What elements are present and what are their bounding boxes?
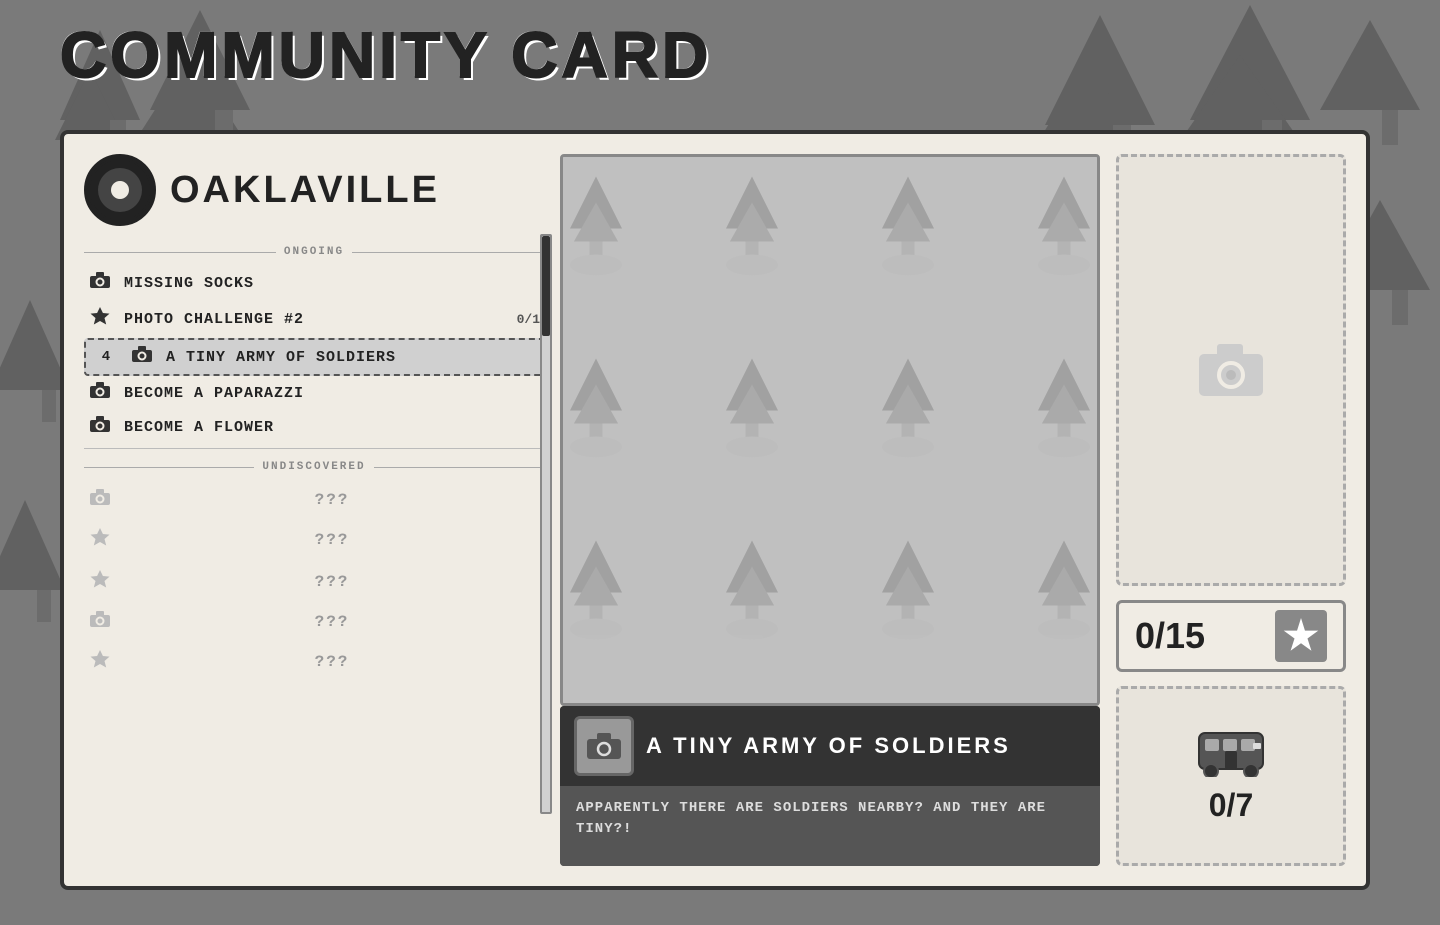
unknown-text: ??? (124, 613, 540, 631)
list-item-badge: 0/1 (517, 312, 540, 327)
camera-icon (88, 272, 112, 294)
camera-icon (88, 489, 112, 511)
camera-icon (130, 346, 154, 368)
list-item-num: 4 (94, 349, 118, 365)
ongoing-label: ONGOING (284, 246, 344, 258)
scrollbar-thumb[interactable] (542, 236, 550, 336)
photo-placeholder[interactable] (1116, 154, 1346, 586)
right-panel: 0/15 0/7 (1116, 154, 1346, 866)
bus-box: 0/7 (1116, 686, 1346, 866)
unknown-item-1: ??? (84, 481, 544, 519)
star-icon (88, 306, 112, 332)
unknown-item-2: ??? (84, 519, 544, 561)
avatar (84, 154, 156, 226)
info-panel: A TINY ARMY OF SOLDIERS APPARENTLY THERE… (560, 706, 1100, 866)
photo-score: 0/15 (1135, 615, 1205, 657)
unknown-item-5: ??? (84, 641, 544, 683)
list-item-flower[interactable]: BECOME A FLOWER (84, 410, 544, 444)
info-camera-box (574, 716, 634, 776)
undiscovered-divider: UNDISCOVERED (84, 461, 544, 473)
list-item-label: BECOME A FLOWER (124, 419, 274, 436)
unknown-text: ??? (124, 573, 540, 591)
list-item-photo-challenge[interactable]: PHOTO CHALLENGE #2 0/1 (84, 300, 544, 338)
avatar-face (98, 168, 142, 212)
community-card: OAKLAVILLE ONGOING MISSING SOCKS (60, 130, 1370, 890)
bus-score: 0/7 (1209, 787, 1253, 824)
list-item-label-active: A TINY ARMY OF SOLDIERS (166, 349, 396, 366)
camera-icon (88, 382, 112, 404)
star-icon (88, 649, 112, 675)
town-header: OAKLAVILLE (84, 154, 544, 226)
info-header: A TINY ARMY OF SOLDIERS (560, 706, 1100, 786)
unknown-item-3: ??? (84, 561, 544, 603)
list-item-label: PHOTO CHALLENGE #2 (124, 311, 304, 328)
info-description: APPARENTLY THERE ARE SOLDIERS NEARBY? AN… (560, 786, 1100, 866)
list-item-label: BECOME A PAPARAZZI (124, 385, 304, 402)
photo-grid (560, 154, 1100, 706)
unknown-item-4: ??? (84, 603, 544, 641)
unknown-text: ??? (124, 491, 540, 509)
left-panel: OAKLAVILLE ONGOING MISSING SOCKS (84, 154, 544, 866)
list-item-tiny-army[interactable]: 4 A TINY ARMY OF SOLDIERS (84, 338, 544, 376)
unknown-text: ??? (124, 531, 540, 549)
scrollbar-track[interactable] (540, 234, 552, 814)
camera-icon (88, 416, 112, 438)
town-name: OAKLAVILLE (170, 169, 440, 212)
camera-icon (88, 611, 112, 633)
unknown-text: ??? (124, 653, 540, 671)
page-title: COMMUNITY CARD (60, 18, 712, 92)
list-item-label: MISSING SOCKS (124, 275, 254, 292)
star-score-icon (1275, 610, 1327, 662)
undiscovered-label: UNDISCOVERED (262, 461, 365, 473)
list-item-paparazzi[interactable]: BECOME A PAPARAZZI (84, 376, 544, 410)
list-item-missing-socks[interactable]: MISSING SOCKS (84, 266, 544, 300)
middle-panel: A TINY ARMY OF SOLDIERS APPARENTLY THERE… (560, 154, 1100, 866)
star-icon (88, 569, 112, 595)
ongoing-divider: ONGOING (84, 246, 544, 258)
score-box: 0/15 (1116, 600, 1346, 672)
star-icon (88, 527, 112, 553)
info-title: A TINY ARMY OF SOLDIERS (646, 733, 1011, 759)
